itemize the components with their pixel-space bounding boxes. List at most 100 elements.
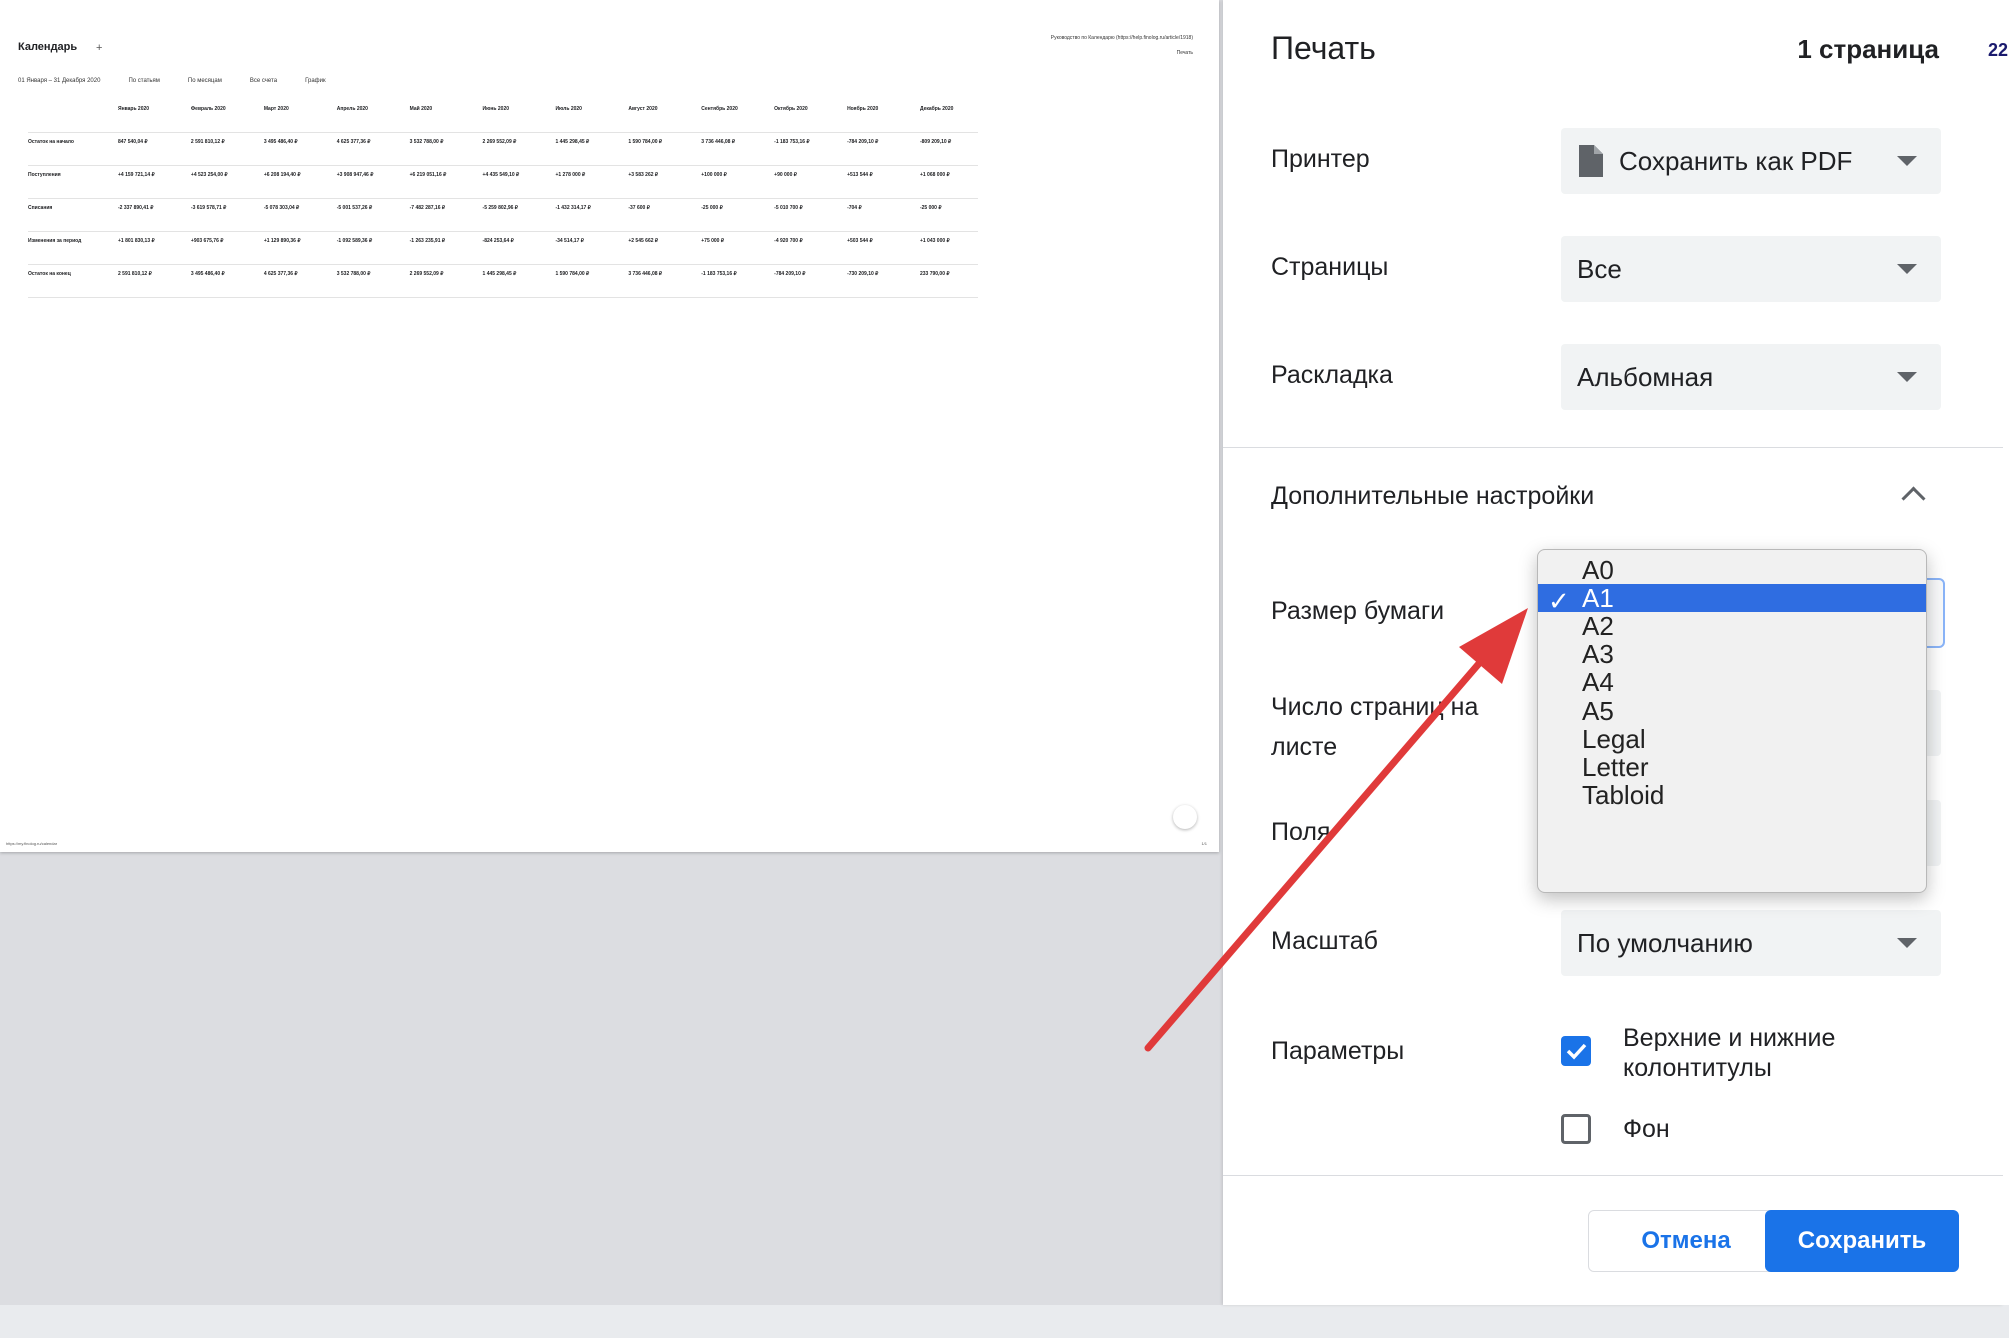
preview-row-label: Изменения за период [28, 238, 82, 244]
preview-cell: -809 209,10 ₽ [919, 139, 952, 145]
background-label[interactable]: Фон [1623, 1114, 1670, 1144]
layout-label: Раскладка [1271, 361, 1393, 389]
preview-cell: +4 435 549,10 ₽ [482, 172, 520, 178]
preview-cell: -7 482 287,16 ₽ [409, 205, 446, 211]
preview-cell: 3 495 486,40 ₽ [263, 139, 298, 145]
file-icon [1577, 145, 1603, 177]
background-checkbox[interactable] [1561, 1114, 1591, 1144]
paper-size-option-letter[interactable]: Letter [1538, 752, 1926, 782]
chevron-down-icon [1897, 264, 1917, 274]
preview-group-by-months: По месяцам [187, 78, 222, 84]
preview-cell: +2 545 662 ₽ [628, 238, 659, 244]
print-preview-area: Календарь + Руководство по Календарю (ht… [0, 0, 1223, 1305]
preview-cell: +3 583 262 ₽ [628, 172, 659, 178]
preview-month-label: Февраль 2020 [190, 106, 226, 112]
paper-size-option-tabloid[interactable]: Tabloid [1538, 780, 1926, 811]
preview-month-label: Июнь 2020 [482, 106, 510, 112]
preview-cell: 3 495 486,40 ₽ [190, 271, 225, 277]
preview-cell: 1 445 298,45 ₽ [555, 139, 590, 145]
paper-size-option-a0[interactable]: A0 [1538, 555, 1926, 585]
preview-accounts: Все счета [249, 78, 278, 84]
preview-month-label: Июль 2020 [555, 106, 582, 112]
preview-cell: +6 208 194,40 ₽ [263, 172, 301, 178]
preview-cell: 4 625 377,36 ₽ [263, 271, 298, 277]
headers-footers-label[interactable]: Верхние и нижние колонтитулы [1623, 1023, 1835, 1083]
preview-page-number: 1/1 [1201, 841, 1207, 846]
more-settings-toggle[interactable]: Дополнительные настройки [1271, 482, 1594, 511]
preview-row-label: Поступления [28, 172, 61, 178]
layout-select[interactable]: Альбомная [1561, 344, 1941, 410]
preview-month-label: Март 2020 [263, 106, 289, 112]
divider [1223, 447, 2003, 448]
preview-cell: -5 001 537,26 ₽ [336, 205, 373, 211]
paper-size-option-a2[interactable]: A2 [1538, 611, 1926, 641]
preview-cell: +4 523 254,00 ₽ [190, 172, 228, 178]
preview-cell: +903 675,76 ₽ [190, 238, 224, 244]
paper-size-option-a4[interactable]: A4 [1538, 667, 1926, 697]
preview-calendar-table: Январь 2020 Февраль 2020 Март 2020 Апрель 2… [28, 106, 978, 304]
preview-month-label: Август 2020 [628, 106, 658, 112]
preview-cell: 2 591 810,12 ₽ [190, 139, 225, 145]
preview-cell: 233 790,00 ₽ [919, 271, 950, 277]
print-title: Печать [1271, 30, 1376, 66]
preview-cell: -4 920 700 ₽ [774, 238, 803, 244]
pages-select[interactable]: Все [1561, 236, 1941, 302]
preview-toolbar: 01 Января – 31 Декабря 2020 По статьям П… [18, 78, 354, 84]
headers-footers-checkbox[interactable] [1561, 1036, 1591, 1066]
chevron-down-icon [1897, 372, 1917, 382]
paper-size-option-label: A5 [1582, 695, 1614, 726]
printer-select[interactable]: Сохранить как PDF [1561, 128, 1941, 194]
paper-size-option-label: Legal [1582, 723, 1646, 754]
preview-cell: +75 000 ₽ [701, 238, 725, 244]
preview-plus: + [96, 42, 103, 54]
pages-per-sheet-label: Число страниц на листе [1271, 693, 1479, 761]
preview-cell: +1 801 830,13 ₽ [118, 238, 155, 244]
preview-cell: -3 619 578,71 ₽ [190, 205, 227, 211]
preview-cell: +1 129 890,36 ₽ [263, 238, 301, 244]
chevron-up-icon[interactable] [1901, 486, 1926, 511]
preview-cell: -704 ₽ [847, 205, 862, 211]
preview-cell: -5 259 802,96 ₽ [482, 205, 518, 211]
preview-cell: +503 544 ₽ [847, 238, 873, 244]
paper-size-option-legal[interactable]: Legal [1538, 723, 1926, 754]
preview-date-range: 01 Января – 31 Декабря 2020 [18, 78, 101, 84]
chevron-down-icon [1897, 938, 1917, 948]
preview-month-label: Декабрь 2020 [919, 106, 954, 112]
preview-cell: -1 432 314,17 ₽ [555, 205, 591, 211]
preview-cell: -5 010 700 ₽ [774, 205, 803, 211]
preview-row-label: Остаток на начало [28, 139, 74, 145]
preview-cell: +513 544 ₽ [847, 172, 873, 178]
preview-cell: 847 540,04 ₽ [118, 139, 148, 145]
preview-cell: -25 000 ₽ [919, 205, 942, 211]
preview-month-label: Ноябрь 2020 [847, 106, 879, 112]
paper-size-option-label: Tabloid [1582, 780, 1665, 811]
checkmark-icon [1566, 1043, 1587, 1060]
preview-cell: -5 078 303,04 ₽ [263, 205, 300, 211]
preview-month-header: Январь 2020 Февраль 2020 Март 2020 Апрель 2… [28, 106, 978, 126]
preview-cell: 1 445 298,45 ₽ [482, 271, 517, 277]
preview-cell: -1 183 753,16 ₽ [701, 271, 737, 277]
preview-print-label: Печать [1176, 50, 1193, 56]
preview-cell: -25 000 ₽ [701, 205, 723, 211]
preview-row-label: Списания [28, 205, 53, 211]
preview-cell: 1 590 784,00 ₽ [555, 271, 590, 277]
preview-month-label: Сентябрь 2020 [701, 106, 738, 112]
save-button[interactable]: Сохранить [1765, 1210, 1959, 1272]
preview-zoom-circle[interactable] [1173, 805, 1197, 829]
chevron-down-icon [1897, 156, 1917, 166]
printer-value: Сохранить как PDF [1619, 145, 1853, 176]
scale-value: По умолчанию [1577, 927, 1753, 958]
scale-select[interactable]: По умолчанию [1561, 910, 1941, 976]
paper-size-option-a1[interactable]: ✓ A1 [1538, 582, 1926, 616]
preview-cell: 3 532 788,00 ₽ [336, 271, 371, 277]
paper-size-option-label: A1 [1582, 582, 1614, 613]
preview-url: https://my.finolog.ru/calendar [6, 841, 58, 846]
preview-cell: 3 736 446,08 ₽ [701, 139, 736, 145]
preview-guide-link: Руководство по Календарю (https://help.f… [1050, 35, 1193, 41]
paper-size-dropdown[interactable]: A0 ✓ A1 A2 A3 A4 A5 Legal Letter Tabloid [1537, 549, 1927, 893]
preview-month-label: Май 2020 [409, 106, 433, 112]
cancel-button[interactable]: Отмена [1588, 1210, 1784, 1272]
paper-size-option-a5[interactable]: A5 [1538, 695, 1926, 726]
paper-size-option-a3[interactable]: A3 [1538, 639, 1926, 669]
preview-cell: -37 600 ₽ [628, 205, 650, 211]
